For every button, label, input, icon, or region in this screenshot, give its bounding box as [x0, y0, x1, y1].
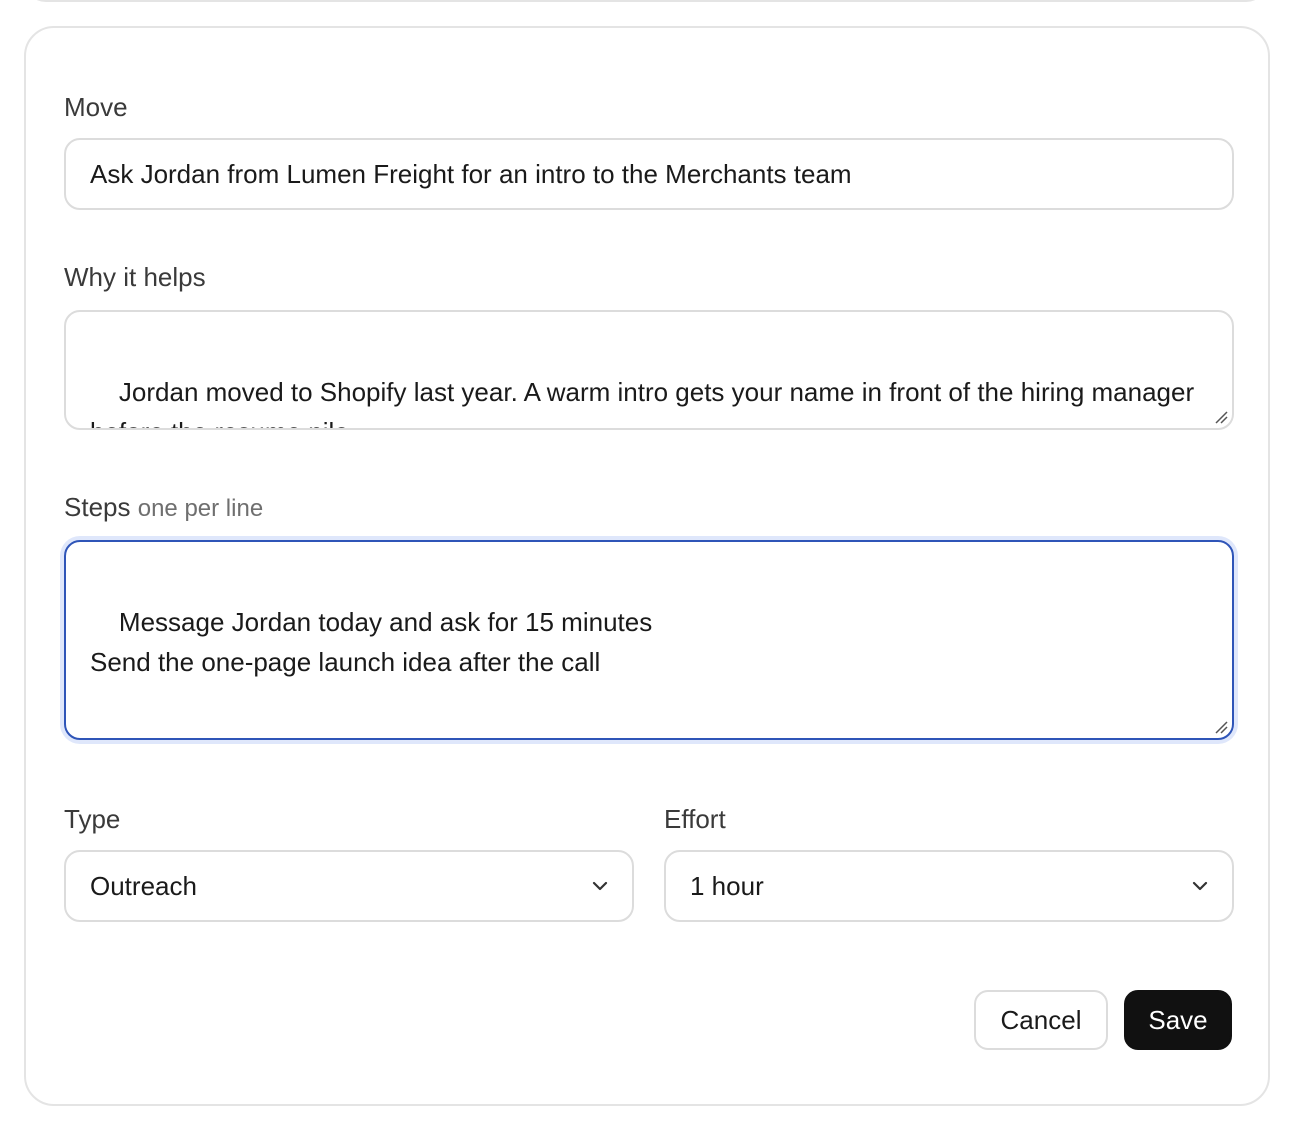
steps-label: Steps — [64, 492, 131, 522]
save-button[interactable]: Save — [1124, 990, 1232, 1050]
type-select[interactable]: Outreach — [64, 850, 634, 922]
steps-hint: one per line — [137, 495, 264, 522]
effort-selected-value: 1 hour — [690, 871, 764, 901]
why-textarea[interactable]: Jordan moved to Shopify last year. A war… — [64, 310, 1234, 430]
chevron-down-icon — [1192, 881, 1208, 891]
type-selected-value: Outreach — [90, 871, 197, 901]
steps-label-row: Steps one per line — [64, 492, 263, 524]
type-label: Type — [64, 804, 121, 834]
why-label: Why it helps — [64, 262, 206, 292]
why-text: Jordan moved to Shopify last year. A war… — [90, 377, 1195, 428]
resize-grip-icon[interactable] — [1214, 410, 1228, 424]
edit-move-form: Move Ask Jordan from Lumen Freight for a… — [24, 26, 1270, 1106]
move-label: Move — [64, 92, 128, 122]
resize-grip-icon[interactable] — [1214, 720, 1228, 734]
move-input[interactable]: Ask Jordan from Lumen Freight for an int… — [64, 138, 1234, 210]
effort-label: Effort — [664, 804, 726, 834]
cancel-button[interactable]: Cancel — [974, 990, 1108, 1050]
chevron-down-icon — [592, 881, 608, 891]
previous-card-edge — [24, 0, 1268, 2]
steps-text: Message Jordan today and ask for 15 minu… — [90, 607, 653, 677]
steps-textarea[interactable]: Message Jordan today and ask for 15 minu… — [64, 540, 1234, 740]
effort-select[interactable]: 1 hour — [664, 850, 1234, 922]
